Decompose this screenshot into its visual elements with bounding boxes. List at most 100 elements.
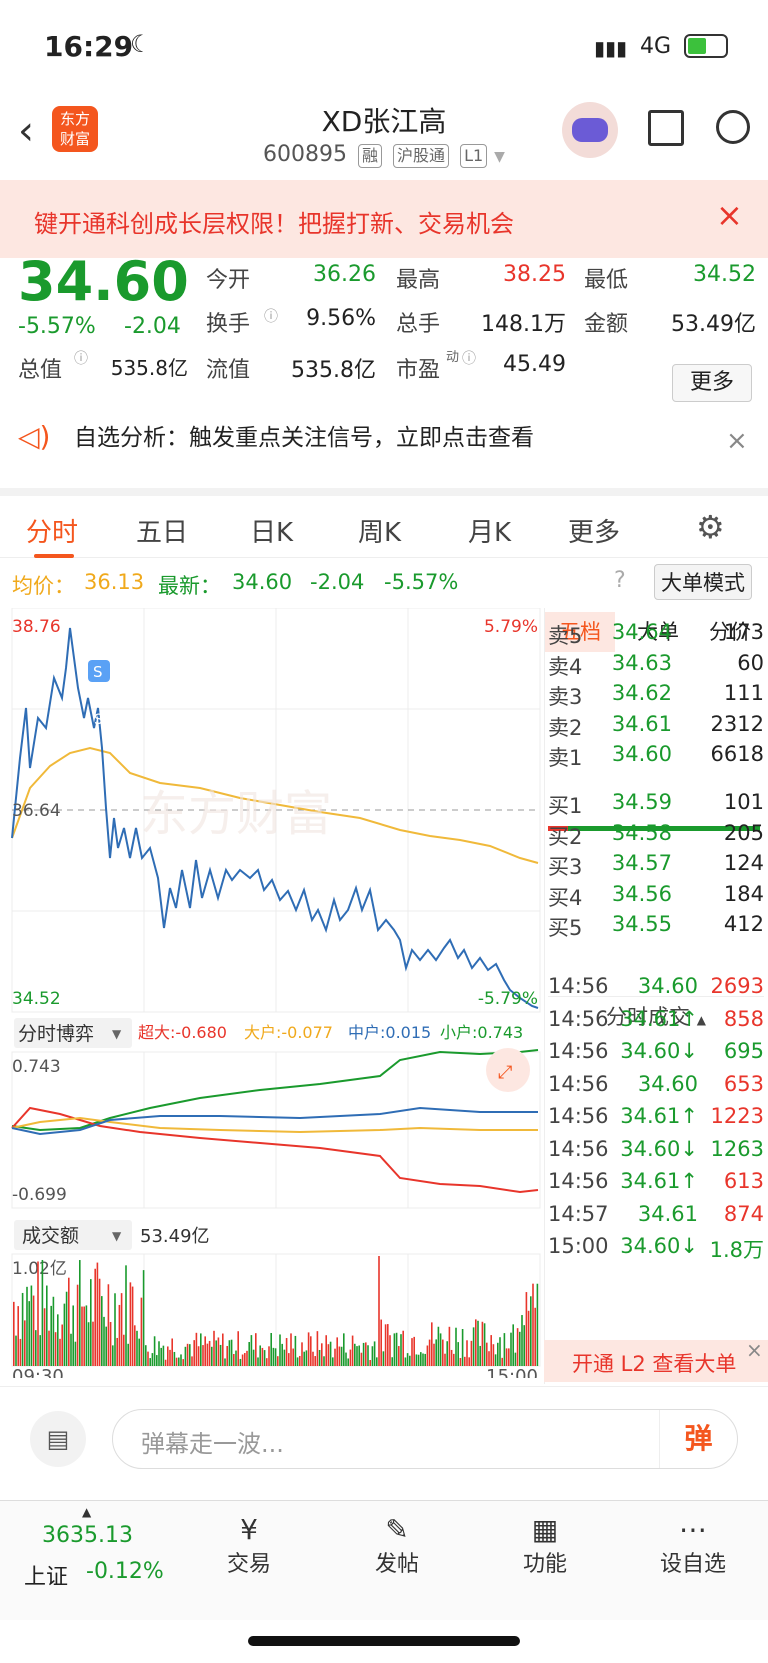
row-price: 34.59 <box>611 790 672 814</box>
last-change: -2.04 <box>310 570 365 594</box>
order-row: 买1 34.59 101 <box>548 790 764 822</box>
intraday-chart[interactable]: S S 东方财富 38.76 36.64 34.52 5.79% -5.79% … <box>0 608 544 1378</box>
more-button[interactable]: 更多 <box>672 364 752 402</box>
volume-bar <box>57 1314 59 1366</box>
close-icon[interactable]: × <box>716 196 743 234</box>
row-volume: 184 <box>723 881 764 906</box>
row-volume: 2693 <box>710 974 764 998</box>
row-volume: 205 <box>723 820 764 845</box>
chart-tabs: 分时 五日 日K 周K 月K 更多 ⚙ <box>0 488 768 558</box>
volume-bar <box>411 1338 413 1366</box>
close-icon[interactable]: × <box>746 1338 763 1362</box>
volume-bar <box>63 1303 66 1366</box>
tab-weekly-k[interactable]: 周K <box>358 512 401 549</box>
axis-top: 38.76 <box>12 617 61 637</box>
volume-bar <box>244 1353 246 1366</box>
game-bottom: -0.699 <box>12 1185 67 1205</box>
volume-bar <box>189 1344 191 1366</box>
tab-intraday[interactable]: 分时 <box>26 512 78 549</box>
row-volume: 1223 <box>710 1104 764 1128</box>
dropdown-icon: ▼ <box>112 1229 122 1243</box>
row-price: 34.61↑ <box>620 1169 698 1193</box>
avg-value: 36.13 <box>84 570 145 594</box>
info-icon[interactable]: ⓘ <box>264 306 278 326</box>
volume-bar <box>494 1354 497 1366</box>
volume-bar <box>72 1305 74 1366</box>
amount-value: 53.49亿 <box>671 312 756 337</box>
volume-bar <box>277 1356 279 1366</box>
tab-add-watch[interactable]: ⋯ 设自选 <box>648 1513 738 1578</box>
danmu-placeholder: 弹幕走一波... <box>141 1430 284 1458</box>
volume-bar <box>336 1337 338 1366</box>
volume-bar <box>435 1339 437 1366</box>
info-icon[interactable]: ⓘ <box>74 348 88 368</box>
pe-label: 市盈 <box>396 358 441 383</box>
edit-icon: ✎ <box>385 1513 409 1546</box>
index-name: 上证 <box>24 1565 69 1590</box>
volume-bar <box>321 1343 323 1366</box>
volume-bar <box>224 1358 226 1366</box>
big-order-mode-button[interactable]: 大单模式 <box>654 564 752 600</box>
share-icon[interactable] <box>648 110 684 146</box>
volume-bar <box>347 1358 349 1366</box>
axis-bottom: 34.52 <box>12 989 61 1009</box>
tab-daily-k[interactable]: 日K <box>250 512 293 549</box>
tag-connect: 沪股通 <box>393 144 450 168</box>
tab-function[interactable]: ▦ 功能 <box>500 1513 590 1578</box>
volume-bar <box>35 1330 37 1366</box>
row-label: 买2 <box>548 824 583 849</box>
row-price: 34.60↓ <box>620 1136 698 1161</box>
volume-bar <box>428 1339 431 1366</box>
row-label: 14:56 <box>548 1104 609 1128</box>
volume-bar <box>257 1357 259 1366</box>
volume-bar <box>281 1343 283 1366</box>
danmu-settings-icon[interactable]: ▤ <box>30 1411 86 1467</box>
tab-more[interactable]: 更多 <box>568 512 620 549</box>
close-icon[interactable]: × <box>726 426 748 456</box>
info-icon[interactable]: ⓘ <box>462 348 476 368</box>
svg-text:⤢: ⤢ <box>498 1062 513 1083</box>
volume-bar <box>259 1345 261 1366</box>
tab-monthly-k[interactable]: 月K <box>468 512 511 549</box>
order-row: 买5 34.55 412 <box>548 912 764 944</box>
volume-bar <box>54 1332 57 1366</box>
volume-bar <box>523 1325 525 1366</box>
volume-bar <box>404 1357 407 1366</box>
volume-bar <box>37 1261 39 1366</box>
tab-post[interactable]: ✎ 发帖 <box>352 1513 442 1578</box>
settings-icon[interactable]: ⚙ <box>696 508 725 546</box>
robot-avatar-icon[interactable] <box>562 102 618 158</box>
search-icon[interactable] <box>716 110 750 144</box>
dropdown-icon: ▼ <box>494 149 505 165</box>
danmu-send-button[interactable]: 弹 <box>659 1410 737 1468</box>
tab-five-day[interactable]: 五日 <box>136 512 188 549</box>
tab-trade[interactable]: ¥ 交易 <box>204 1513 294 1578</box>
tag-margin: 融 <box>358 144 383 168</box>
volume-bar <box>519 1331 521 1366</box>
volume-bar <box>151 1353 154 1366</box>
volume-bar <box>461 1329 464 1366</box>
danmu-input[interactable]: 弹幕走一波... 弹 <box>112 1409 738 1469</box>
volume-bar <box>349 1349 352 1366</box>
volume-bar <box>173 1351 176 1366</box>
volume-bar <box>508 1348 510 1366</box>
volume-bar <box>171 1338 173 1366</box>
volume-bar <box>512 1324 514 1366</box>
volume-bar <box>406 1353 409 1366</box>
volume-bar <box>299 1355 301 1366</box>
l2-banner[interactable]: 开通 L2 查看大单 × <box>544 1338 768 1382</box>
volume-bar <box>65 1291 68 1366</box>
row-label: 14:56 <box>548 974 609 998</box>
volume-bar <box>483 1323 486 1366</box>
volume-bar <box>83 1306 85 1366</box>
analysis-tip[interactable]: ◁) 自选分析：触发重点关注信号，立即点击查看 × <box>0 418 768 488</box>
volume-bar <box>376 1357 378 1366</box>
help-icon[interactable]: ? <box>614 568 626 593</box>
row-price: 34.61 <box>637 1201 698 1226</box>
volume-bar <box>127 1343 129 1366</box>
promo-banner[interactable]: 键开通科创成长层权限！把握打新、交易机会 × <box>0 180 768 258</box>
signal-icon: ▮▮▮ <box>594 36 628 60</box>
volume-bar <box>310 1336 312 1366</box>
volume-bar <box>329 1341 332 1366</box>
volume-value: 148.1万 <box>481 312 566 337</box>
